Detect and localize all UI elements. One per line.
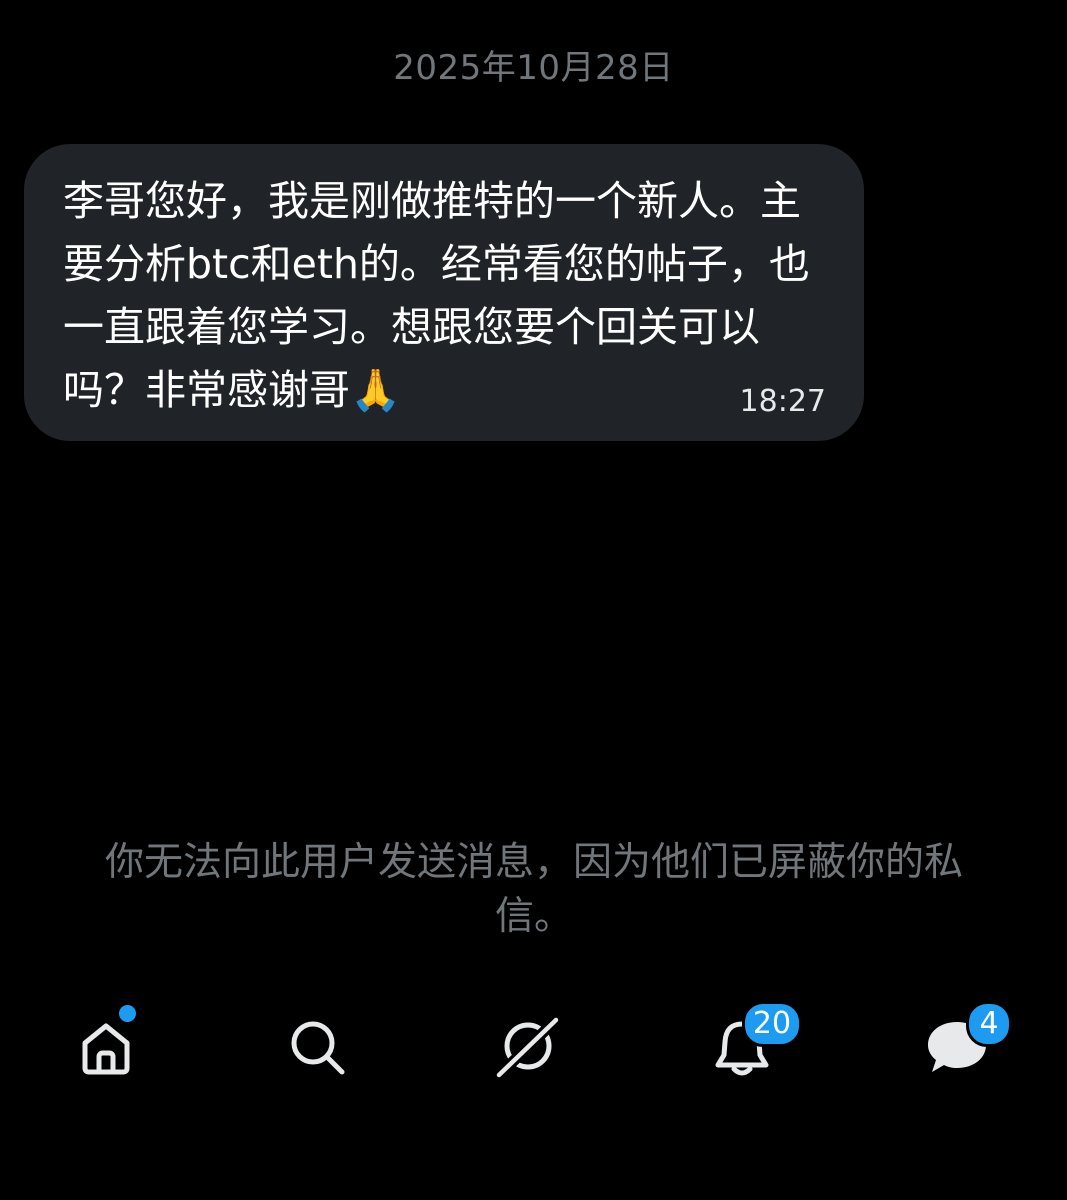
- notifications-badge: 20: [742, 1001, 802, 1047]
- date-label: 2025年10月28日: [393, 48, 674, 88]
- blocked-notice: 你无法向此用户发送消息，因为他们已屏蔽你的私信。: [104, 840, 963, 939]
- search-icon: [287, 1017, 347, 1077]
- tab-grok[interactable]: [493, 1012, 563, 1082]
- messages-badge: 4: [966, 1001, 1012, 1047]
- tab-search[interactable]: [282, 1012, 352, 1082]
- bottom-tab-bar: 20 4: [0, 1000, 1067, 1100]
- grok-icon: [493, 1012, 563, 1082]
- message-time: 18:27: [739, 384, 826, 419]
- message-text: 李哥您好，我是刚做推特的一个新人。主要分析btc和eth的。经常看您的帖子，也一…: [63, 177, 810, 414]
- home-unread-dot: [117, 1003, 138, 1024]
- home-icon: [76, 1017, 136, 1077]
- message-bubble[interactable]: 李哥您好，我是刚做推特的一个新人。主要分析btc和eth的。经常看您的帖子，也一…: [24, 144, 864, 441]
